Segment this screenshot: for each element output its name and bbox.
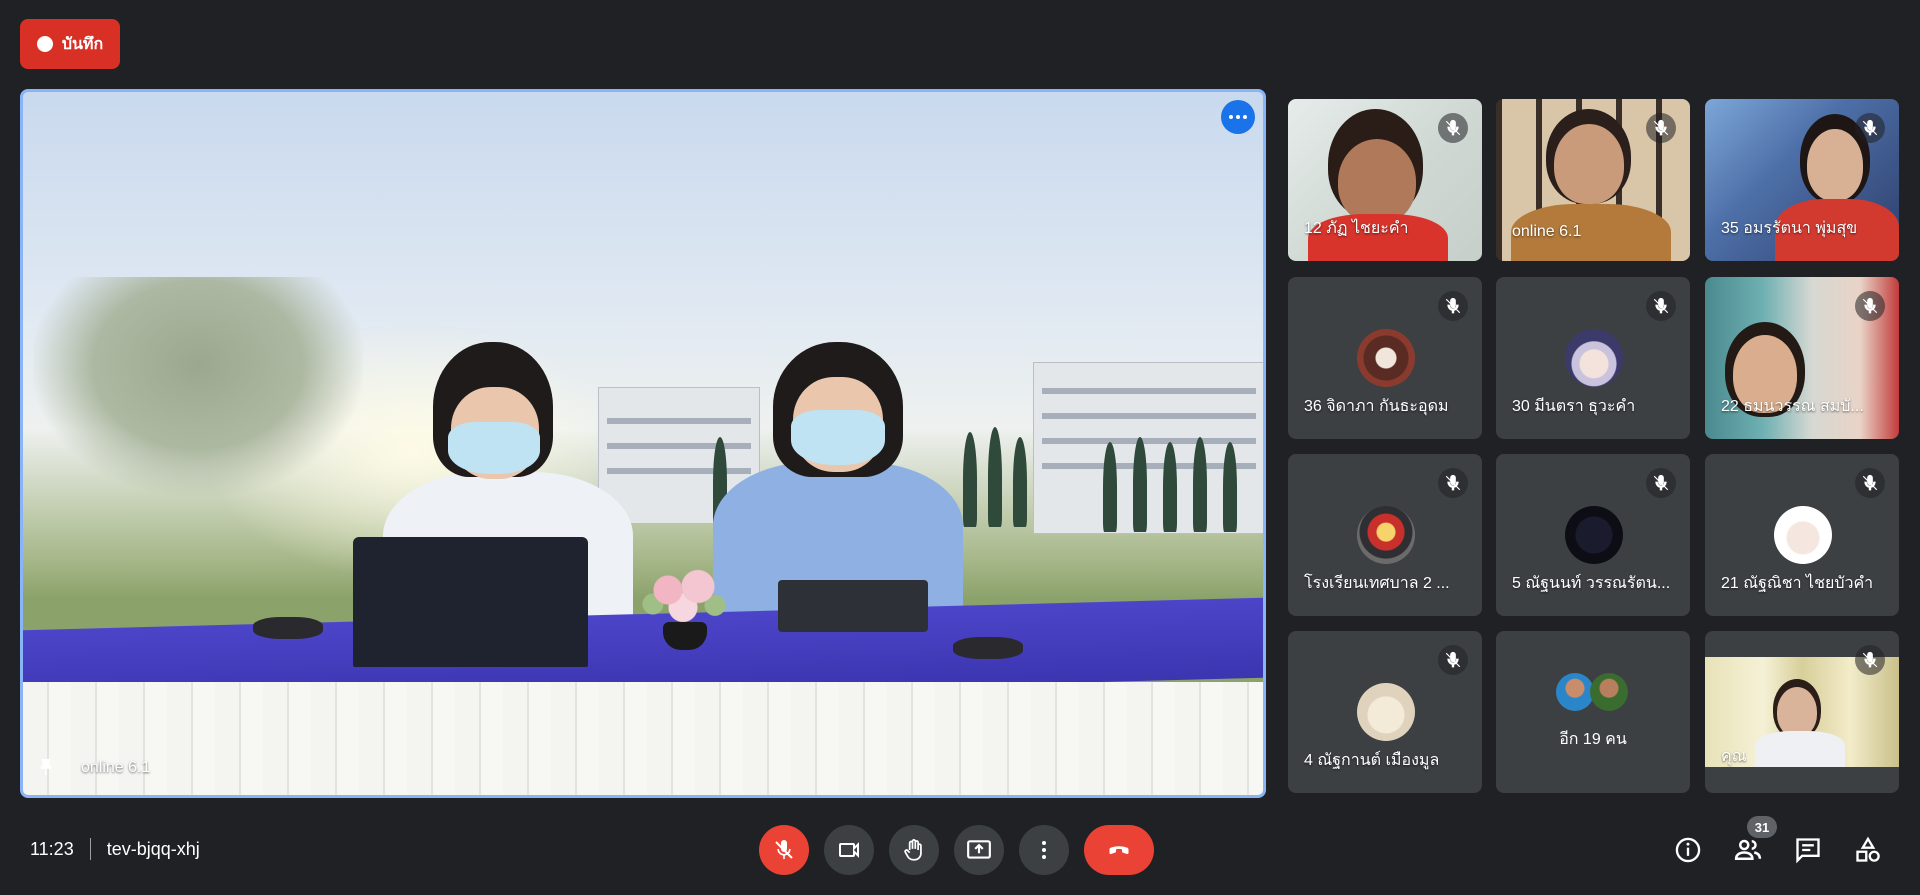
others-count: อีก 19 คน [1559,731,1627,748]
participant-name: 22 ธมนวรรณ สมบั... [1721,398,1864,415]
participant-name: 21 ณัฐณิชา ไชยบัวคำ [1721,575,1874,592]
avatar [1590,673,1628,711]
avatar [1565,506,1623,564]
raise-hand-icon [904,839,922,861]
people-count-badge: 31 [1747,816,1777,838]
laptop [353,537,588,667]
raise-hand-button[interactable] [889,825,939,875]
mic-off-icon [1855,113,1885,143]
self-tile[interactable]: คุณ [1705,631,1899,793]
mic-off-icon [1438,645,1468,675]
divider [89,838,91,860]
chat-button[interactable] [1791,833,1825,867]
more-options-icon[interactable] [1221,100,1255,134]
participant-tile[interactable]: 12 ภัฏ ไชยะคำ [1288,99,1482,261]
meeting-details: 11:23 tev-bjqq-xhj [30,838,200,860]
participant-name: 30 มีนตรา ธุวะคำ [1512,398,1636,415]
participant-name: 12 ภัฏ ไชยะคำ [1304,220,1409,237]
more-options-icon [1042,841,1046,859]
microphone [253,617,323,639]
meeting-code: tev-bjqq-xhj [106,838,200,859]
people-icon [1734,839,1762,860]
avatar [1357,506,1415,564]
mic-off-icon [1438,291,1468,321]
avatar [1565,329,1623,387]
record-dot-icon [36,36,53,52]
participant-tile[interactable]: 30 มีนตรา ธุวะคำ [1496,277,1690,439]
chat-icon [1796,838,1820,864]
participant-name: คุณ [1721,748,1747,765]
record-label: บันทึก [61,35,104,53]
participant-name: 4 ณัฐกานต์ เมืองมูล [1304,752,1440,769]
leave-call-button[interactable] [1084,825,1154,875]
tablet [778,580,928,632]
microphone-button[interactable] [759,825,809,875]
record-button[interactable]: บันทึก [20,19,120,69]
participant-tile[interactable]: 35 อมรรัตนา พุ่มสุข [1705,99,1899,261]
meeting-time: 11:23 [30,838,74,859]
participant-name: โรงเรียนเทศบาล 2 ... [1304,575,1450,592]
mic-off-icon [775,840,793,859]
mic-off-icon [1855,645,1885,675]
mic-off-icon [1438,113,1468,143]
mic-off-icon [1646,113,1676,143]
avatar [1357,683,1415,741]
pin-icon[interactable] [35,757,57,779]
others-tile[interactable]: อีก 19 คน [1496,631,1690,793]
mic-off-icon [1646,291,1676,321]
hang-up-icon [1109,846,1129,855]
more-options-button[interactable] [1019,825,1069,875]
participant-name: 36 จิดาภา กันธะอุดม [1304,398,1449,415]
participant-tile[interactable]: 22 ธมนวรรณ สมบั... [1705,277,1899,439]
activities-icon [1856,836,1880,862]
mic-off-icon [1855,291,1885,321]
participant-name: online 6.1 [1512,223,1582,240]
participant-tile[interactable]: 21 ณัฐณิชา ไชยบัวคำ [1705,454,1899,616]
present-button[interactable] [954,825,1004,875]
camera-button[interactable] [824,825,874,875]
present-icon [967,840,991,859]
participant-tile[interactable]: 4 ณัฐกานต์ เมืองมูล [1288,631,1482,793]
participant-tile[interactable]: 36 จิดาภา กันธะอุดม [1288,277,1482,439]
main-video[interactable]: online 6.1 [20,89,1266,798]
avatar [1774,506,1832,564]
people-button[interactable] [1731,833,1765,867]
camera-icon [839,842,859,858]
info-icon [1675,837,1701,863]
mic-off-icon [1855,468,1885,498]
participant-name: 5 ณัฐนนท์ วรรณรัตน... [1512,575,1671,592]
mic-off-icon [1646,468,1676,498]
microphone [953,637,1023,659]
participant-tile[interactable]: 5 ณัฐนนท์ วรรณรัตน... [1496,454,1690,616]
mic-off-icon [1438,468,1468,498]
participant-name: 35 อมรรัตนา พุ่มสุข [1721,220,1858,237]
main-video-name: online 6.1 [81,759,151,776]
participant-tile[interactable]: online 6.1 [1496,99,1690,261]
participant-tile[interactable]: โรงเรียนเทศบาล 2 ... [1288,454,1482,616]
meeting-info-button[interactable] [1671,833,1705,867]
activities-button[interactable] [1851,833,1885,867]
avatar [1357,329,1415,387]
avatar [1556,673,1594,711]
